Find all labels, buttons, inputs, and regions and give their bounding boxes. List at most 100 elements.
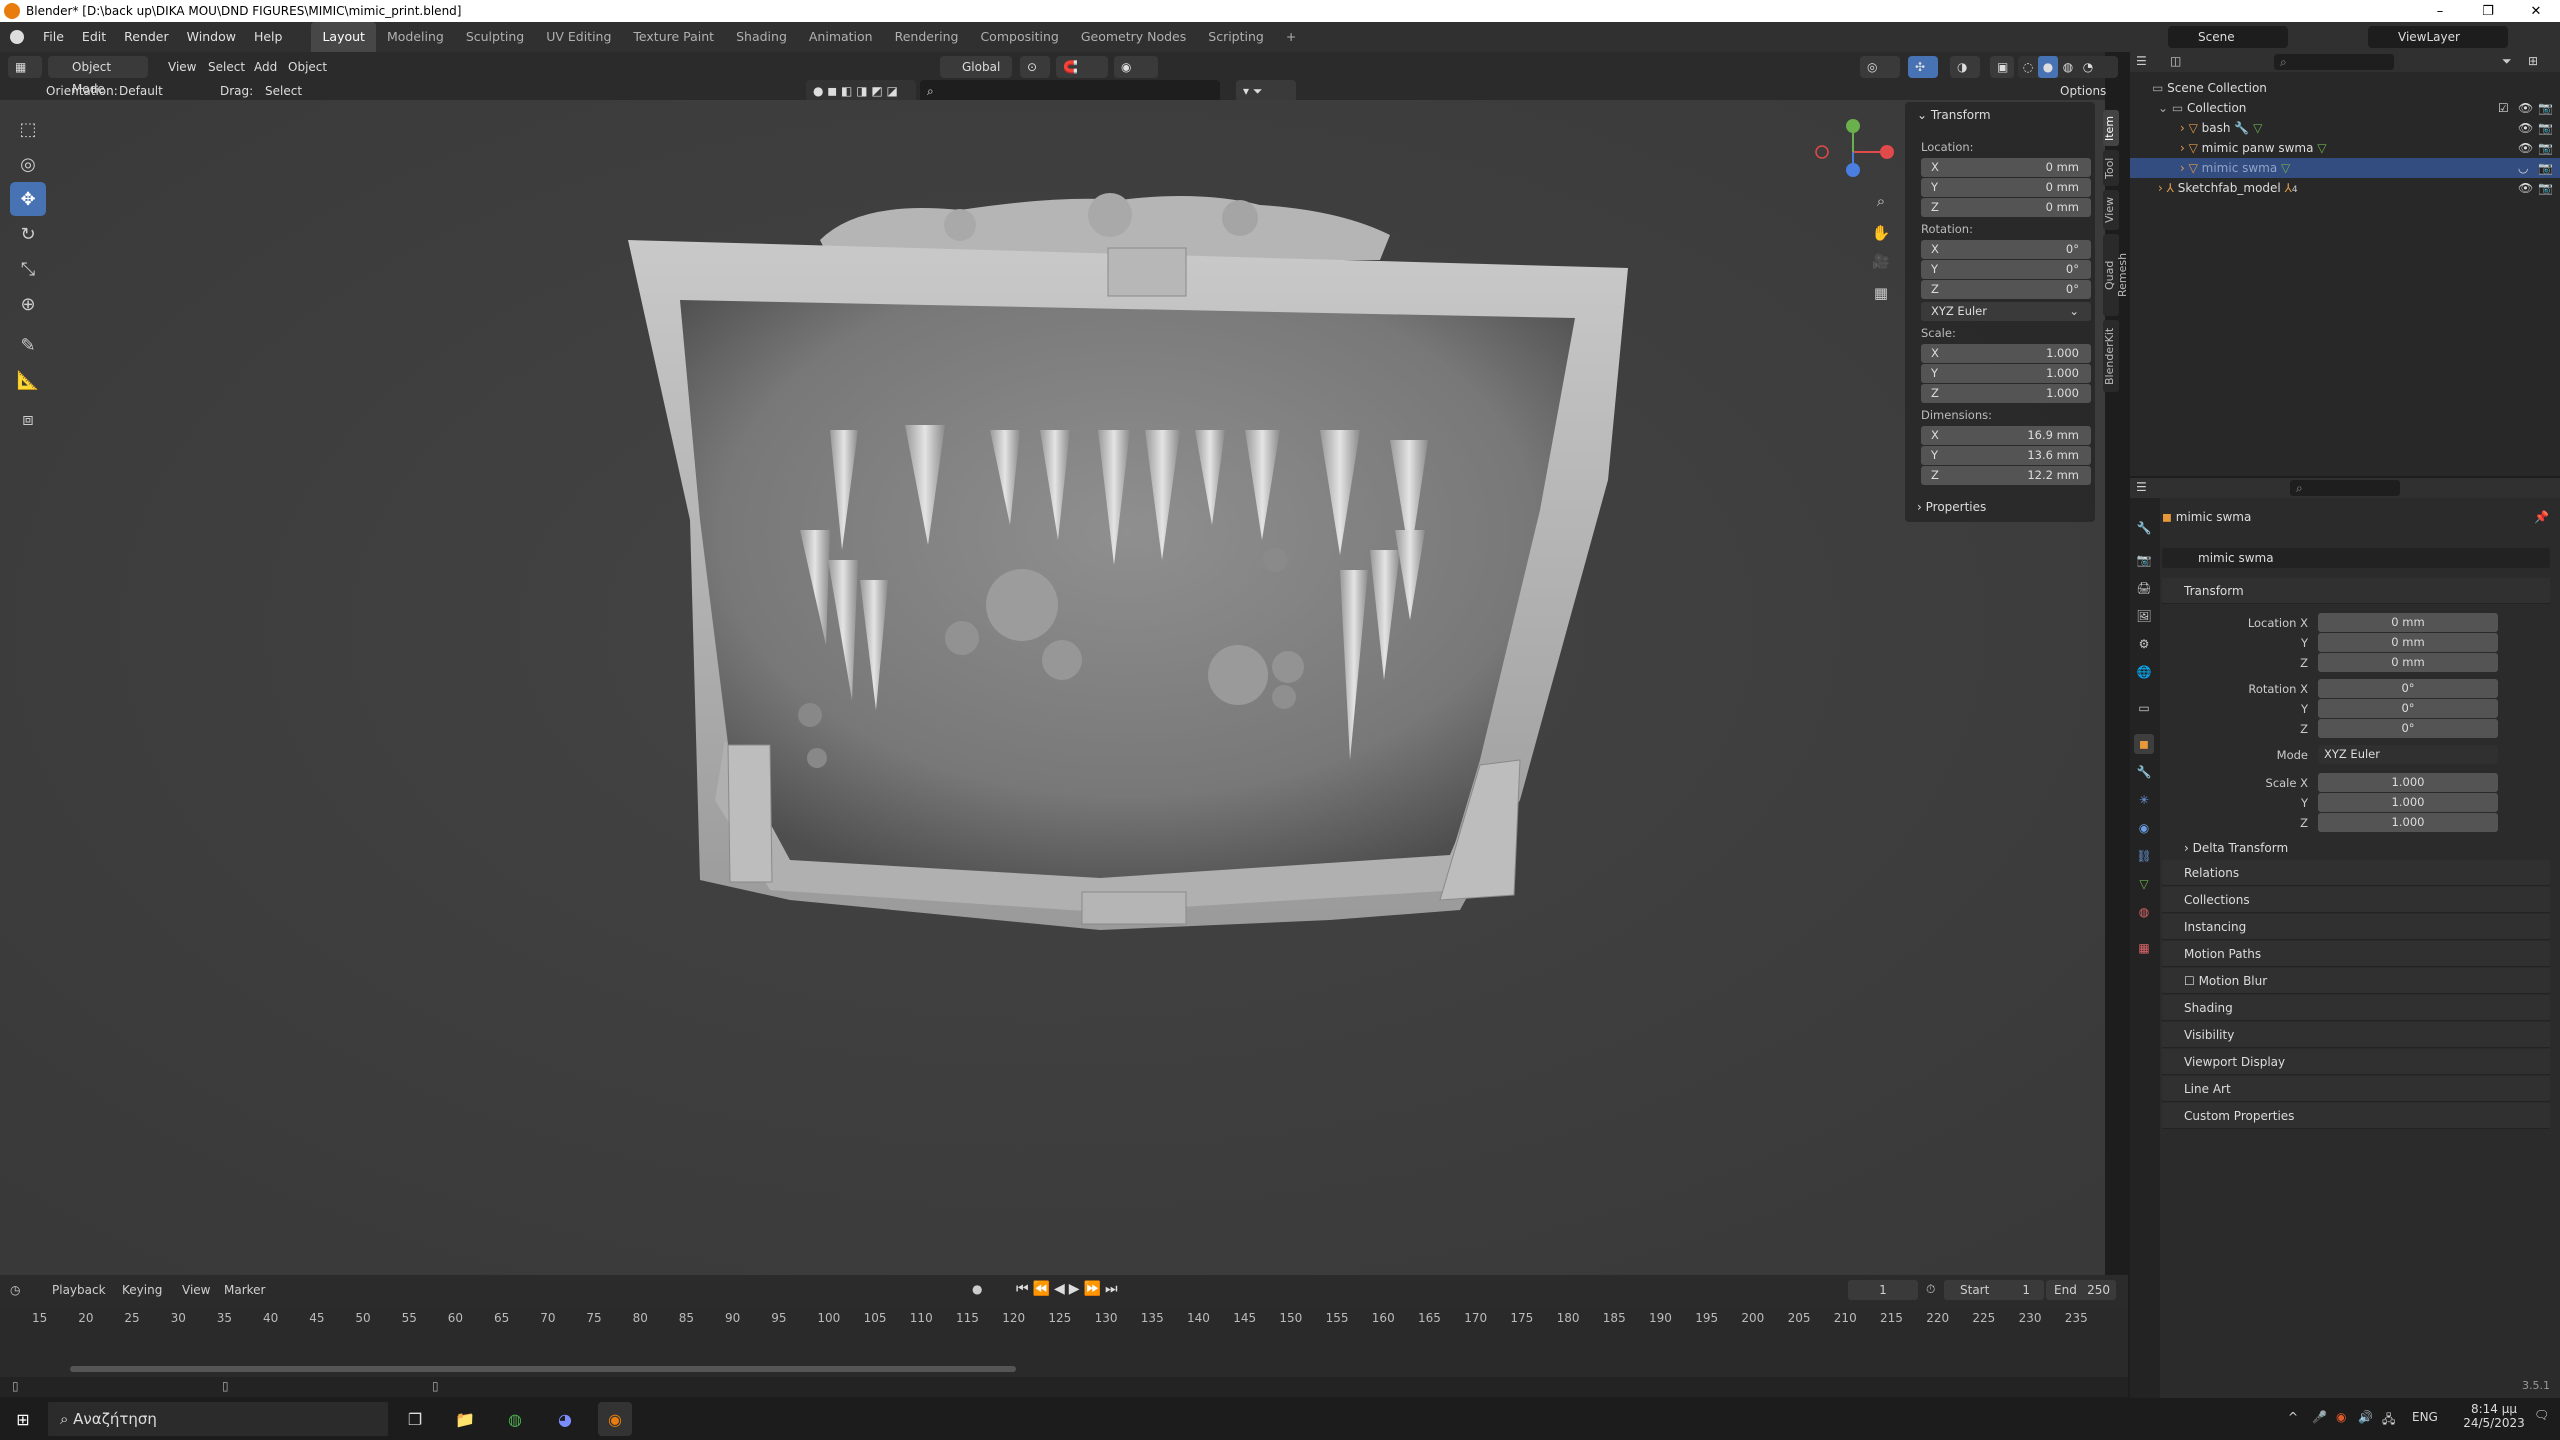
playback-controls[interactable]: ⏮⏪◀▶⏩⏭	[1016, 1281, 1122, 1297]
world-properties-icon[interactable]: 🌐	[2134, 662, 2154, 682]
texture-properties-icon[interactable]: ▦	[2134, 938, 2154, 958]
mode-selector[interactable]: Object Mode	[48, 56, 148, 96]
options-dropdown[interactable]: Options	[2060, 80, 2106, 102]
location-z-field[interactable]: Z 0 mm	[1921, 198, 2091, 217]
move-icon[interactable]: ✥	[10, 182, 46, 216]
render-camera-icon[interactable]: 📷	[2538, 138, 2553, 158]
section-motion-blur[interactable]: ☐ Motion Blur	[2162, 968, 2550, 994]
prop-location-y-field[interactable]: 0 mm	[2318, 633, 2498, 652]
menu-view[interactable]: View	[182, 1283, 210, 1297]
render-properties-icon[interactable]: 📷	[2134, 550, 2154, 570]
output-properties-icon[interactable]: 🖨	[2134, 578, 2154, 598]
render-camera-icon[interactable]: 📷	[2538, 118, 2553, 138]
object-name-field[interactable]: mimic swma	[2162, 548, 2550, 568]
transform-section-header[interactable]: Transform	[2162, 578, 2550, 604]
section-collections[interactable]: Collections	[2162, 887, 2550, 913]
material-shading-icon[interactable]: ◍	[2058, 56, 2078, 78]
stopwatch-icon[interactable]: ⏱	[1926, 1282, 1935, 1297]
tab-geometry-nodes[interactable]: Geometry Nodes	[1070, 22, 1197, 52]
camera-view-icon[interactable]: 🎥	[1870, 254, 1892, 276]
object-properties-icon[interactable]: ◼	[2134, 734, 2154, 754]
location-y-field[interactable]: Y 0 mm	[1921, 178, 2091, 197]
properties-search-input[interactable]: ⌕	[2290, 480, 2400, 496]
shading-modes[interactable]: ◌ ● ◍ ◔	[2018, 56, 2118, 78]
viewlayer-selector[interactable]: ViewLayer	[2368, 26, 2508, 48]
material-properties-icon[interactable]: ◍	[2134, 902, 2154, 922]
3d-viewport[interactable]: ⌕ ✋ 🎥 ▦	[0, 100, 2105, 1275]
microphone-icon[interactable]: 🎤	[2312, 1410, 2327, 1424]
tab-rendering[interactable]: Rendering	[884, 22, 970, 52]
render-camera-icon[interactable]: 📷	[2538, 98, 2553, 118]
snap-icon[interactable]: 🧲	[1056, 56, 1108, 78]
filter-icon[interactable]: ⏷	[2502, 54, 2512, 69]
dimensions-z-field[interactable]: Z 12.2 mm	[1921, 466, 2091, 485]
outliner-item-collection[interactable]: ⌄ ▭ Collection ☑ 👁 📷	[2130, 98, 2560, 118]
editor-type-icon[interactable]: ◷	[10, 1283, 20, 1297]
section-relations[interactable]: Relations	[2162, 860, 2550, 886]
rotation-mode-dropdown[interactable]: XYZ Euler ⌄	[1921, 302, 2091, 321]
task-view-icon[interactable]: ❐	[398, 1402, 432, 1436]
object-type-filters[interactable]: ● ◼ ◧ ◨ ◩ ◪	[806, 80, 916, 102]
tab-animation[interactable]: Animation	[798, 22, 884, 52]
exclude-checkbox[interactable]: ☑	[2498, 98, 2509, 118]
scene-selector[interactable]: Scene	[2168, 26, 2288, 48]
prop-rotation-y-field[interactable]: 0°	[2318, 699, 2498, 718]
add-workspace-button[interactable]: +	[1275, 22, 1307, 52]
select-box-icon[interactable]: ⬚	[10, 112, 46, 146]
section-motion-paths[interactable]: Motion Paths	[2162, 941, 2550, 967]
solid-shading-icon[interactable]: ●	[2038, 56, 2058, 78]
tab-texture-paint[interactable]: Texture Paint	[622, 22, 725, 52]
tab-view[interactable]: View	[2103, 190, 2119, 230]
blender-menu-icon[interactable]	[0, 30, 34, 44]
viewport-search-input[interactable]: ⌕	[920, 80, 1220, 102]
tab-layout[interactable]: Layout	[311, 22, 376, 52]
particles-icon[interactable]: ✳	[2134, 790, 2154, 810]
menu-marker[interactable]: Marker	[224, 1283, 265, 1297]
tab-item[interactable]: Item	[2103, 110, 2119, 146]
visibility-eye-icon[interactable]: 👁	[2518, 118, 2533, 138]
display-mode-icon[interactable]: ◫	[2170, 54, 2181, 68]
properties-panel-header[interactable]: › Properties	[1905, 500, 1986, 514]
prop-scale-y-field[interactable]: 1.000	[2318, 793, 2498, 812]
physics-icon[interactable]: ◉	[2134, 818, 2154, 838]
notifications-icon[interactable]: 🗨	[2534, 1408, 2549, 1422]
view-layer-icon[interactable]: 🖼	[2134, 606, 2154, 626]
transform-panel-header[interactable]: ⌄ Transform	[1905, 108, 1991, 122]
record-icon[interactable]: ●	[972, 1282, 982, 1296]
scene-properties-icon[interactable]: ⚙	[2134, 634, 2154, 654]
ortho-grid-icon[interactable]: ▦	[1870, 284, 1892, 306]
sync-filter-icon[interactable]: ▾ ⏷	[1236, 80, 1296, 102]
outliner-search-input[interactable]: ⌕	[2274, 54, 2394, 70]
visibility-eye-icon[interactable]: 👁	[2518, 138, 2533, 158]
gizmo-toggle-icon[interactable]: ✣	[1908, 56, 1938, 78]
pan-hand-icon[interactable]: ✋	[1870, 224, 1892, 246]
discord-icon[interactable]: ◕	[548, 1402, 582, 1436]
prop-location-x-field[interactable]: 0 mm	[2318, 613, 2498, 632]
taskbar-search-input[interactable]: ⌕ Αναζήτηση	[48, 1402, 388, 1436]
section-viewport-display[interactable]: Viewport Display	[2162, 1049, 2550, 1075]
section-line-art[interactable]: Line Art	[2162, 1076, 2550, 1102]
tab-tool[interactable]: Tool	[2103, 150, 2119, 186]
prop-location-z-field[interactable]: 0 mm	[2318, 653, 2498, 672]
prop-scale-x-field[interactable]: 1.000	[2318, 773, 2498, 792]
dimensions-y-field[interactable]: Y 13.6 mm	[1921, 446, 2091, 465]
network-icon[interactable]: 🖧	[2382, 1410, 2395, 1431]
drag-dropdown[interactable]: Select Box	[258, 80, 334, 120]
motion-blur-checkbox[interactable]: ☐	[2184, 974, 2199, 988]
rotate-icon[interactable]: ↻	[10, 217, 46, 251]
prop-rotation-x-field[interactable]: 0°	[2318, 679, 2498, 698]
menu-render[interactable]: Render	[115, 22, 178, 52]
menu-add[interactable]: Add	[254, 56, 277, 78]
outliner-item-scene-collection[interactable]: ▭ Scene Collection	[2130, 78, 2560, 98]
section-visibility[interactable]: Visibility	[2162, 1022, 2550, 1048]
xray-icon[interactable]: ▣	[1990, 56, 2014, 78]
file-explorer-icon[interactable]: 📁	[448, 1402, 482, 1436]
tab-modeling[interactable]: Modeling	[376, 22, 455, 52]
tab-sculpting[interactable]: Sculpting	[455, 22, 535, 52]
scale-z-field[interactable]: Z 1.000	[1921, 384, 2091, 403]
rendered-shading-icon[interactable]: ◔	[2078, 56, 2098, 78]
menu-help[interactable]: Help	[245, 22, 292, 52]
outliner-item-sketchfab-model[interactable]: › ⅄ Sketchfab_model ⅄4 👁 📷	[2130, 178, 2560, 198]
current-frame-field[interactable]: 1	[1848, 1280, 1918, 1300]
menu-file[interactable]: File	[34, 22, 73, 52]
